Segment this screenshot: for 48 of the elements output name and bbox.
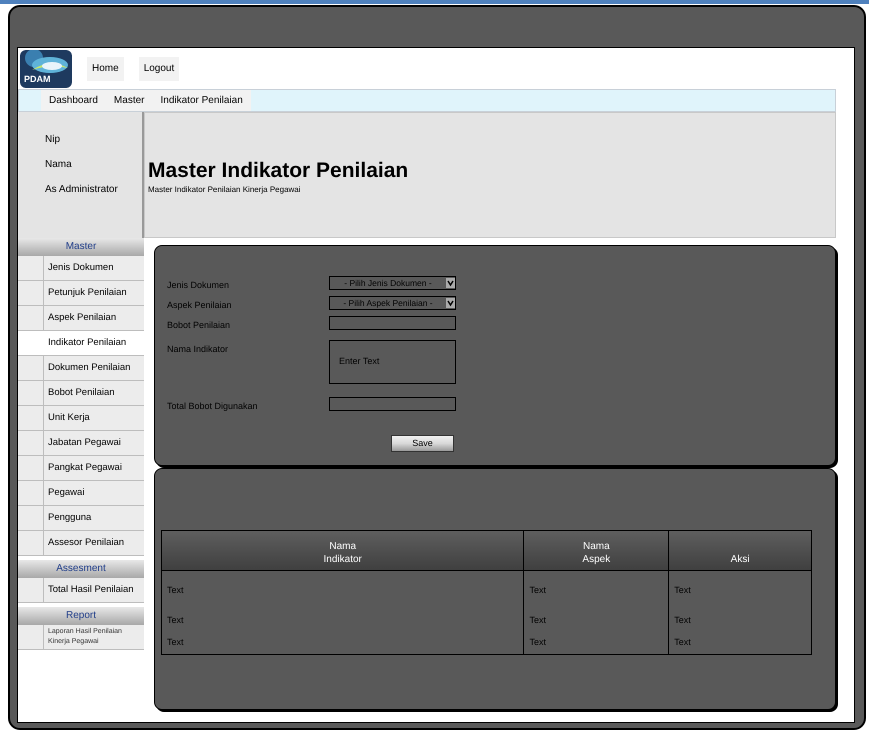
input-field[interactable] [329, 316, 456, 330]
breadcrumb-link[interactable]: Indikator Penilaian [152, 90, 251, 111]
field-label: Aspek Penilaian [167, 299, 233, 312]
field-label: Jenis Dokumen [167, 279, 230, 292]
sidebar-item[interactable]: Petunjuk Penilaian [18, 281, 144, 306]
field-label: Total Bobot Digunakan [167, 400, 259, 413]
page-title: Master Indikator Penilaian [148, 158, 410, 184]
sidebar-item[interactable]: Pengguna [18, 506, 144, 531]
table-cell-text: Text [673, 636, 692, 650]
table-cell: Text [162, 610, 524, 632]
sidebar-item[interactable]: Total Hasil Penilaian [18, 578, 144, 603]
sidebar-section-header: Report [18, 607, 144, 625]
sidebar-section-header: Assesment [18, 560, 144, 578]
column-header[interactable]: Nama Aspek [524, 531, 670, 571]
sidebar-item[interactable]: Aspek Penilaian [18, 306, 144, 331]
user-info-text: Nip [45, 133, 62, 147]
field-label: Nama Indikator [167, 343, 230, 356]
breadcrumb-link[interactable]: Master [106, 90, 152, 111]
table-cell-text: Text [673, 614, 692, 628]
save-button[interactable]: Save [391, 435, 454, 452]
sidebar-item[interactable]: Assesor Penilaian [18, 531, 144, 556]
sidebar-item[interactable]: Pegawai [18, 481, 144, 506]
table-cell-text: Text [673, 584, 692, 597]
column-header[interactable]: Nama Indikator [162, 531, 524, 571]
sidebar-item[interactable]: Unit Kerja [18, 406, 144, 431]
input-field[interactable] [329, 397, 456, 411]
sidebar-item[interactable]: Bobot Penilaian [18, 381, 144, 406]
breadcrumb-link[interactable]: Dashboard [41, 90, 106, 111]
logo-text: PDAM [24, 74, 50, 84]
sidebar-section-header: Master [18, 238, 144, 256]
table-cell: Text [162, 632, 524, 654]
table-cell: Text [524, 632, 670, 654]
sidebar-item[interactable]: Pangkat Pegawai [18, 456, 144, 481]
sidebar-item[interactable]: Jenis Dokumen [18, 256, 144, 281]
table-cell: Text [524, 610, 670, 632]
table-cell: Text [524, 571, 670, 610]
page-subtitle: Master Indikator Penilaian Kinerja Pegawai [148, 184, 302, 196]
sidebar-item[interactable]: Jabatan Pegawai [18, 431, 144, 456]
nav-button[interactable]: Home [87, 56, 124, 80]
sidebar-item[interactable]: Dokumen Penilaian [18, 356, 144, 381]
table-cell: Text [162, 571, 524, 610]
user-info-text: As Administrator [45, 183, 119, 197]
user-info-text: Nama [45, 158, 73, 172]
nav-button[interactable]: Logout [138, 56, 180, 80]
column-header[interactable]: Aksi [669, 531, 811, 571]
field-label: Bobot Penilaian [167, 319, 232, 332]
chevron-down-icon [446, 278, 455, 288]
chevron-down-icon [446, 298, 455, 308]
